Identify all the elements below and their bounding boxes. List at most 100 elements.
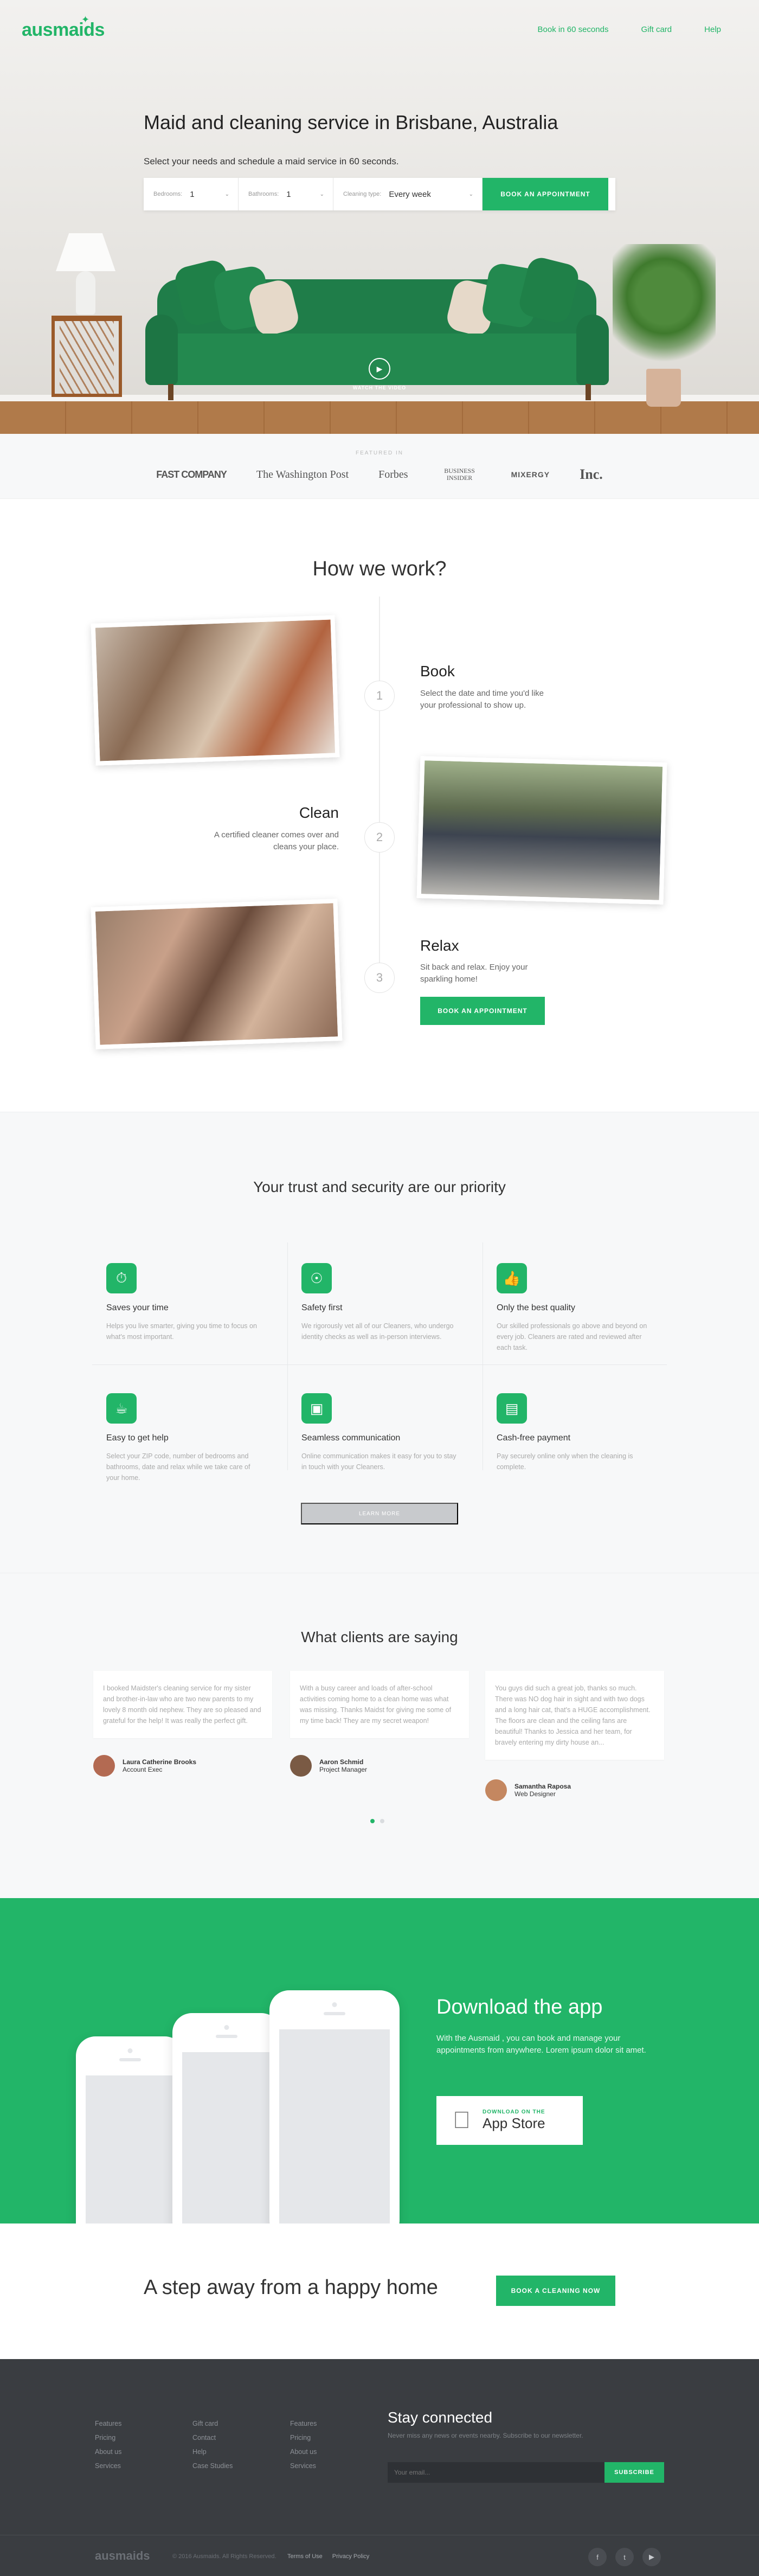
step-number: 2 [364,822,395,853]
living-room-photo [416,756,667,905]
testimonial-author: Samantha Raposa Web Designer [485,1779,571,1801]
email-field[interactable] [388,2462,604,2483]
author-name: Laura Catherine Brooks [123,1758,197,1766]
sparkle-icon: ✦ [81,14,89,25]
terms-link[interactable]: Terms of Use [287,2553,323,2560]
couple-laptop-photo [91,615,340,766]
feature-text: Pay securely online only when the cleani… [497,1452,633,1471]
side-table-pattern [60,320,114,396]
fast-company-logo: FAST COMPANY [156,469,227,480]
sofa-arm [576,315,609,385]
cleaning-type-label: Cleaning type: [343,191,382,197]
inc-logo: Inc. [580,466,603,482]
app-store-label: App Store [465,2115,545,2131]
book-appointment-button[interactable]: BOOK AN APPOINTMENT [483,178,608,210]
footer-link[interactable]: Services [290,2462,317,2470]
footer-link[interactable]: Gift card [192,2420,233,2427]
legal-links: Terms of Use Privacy Policy [287,2553,369,2560]
chevron-down-icon: ⌄ [319,191,324,197]
testimonial-card: You guys did such a great job, thanks so… [485,1671,664,1760]
facebook-icon[interactable]: f [588,2548,607,2566]
footer-link[interactable]: About us [95,2448,121,2456]
footer-link[interactable]: Features [290,2420,317,2427]
phone-screen [279,2029,390,2223]
logo[interactable]: ausmaids ✦ [22,14,105,41]
nav-link-book[interactable]: Book in 60 seconds [538,25,609,34]
testimonial-card: I booked Maidster's cleaning service for… [93,1671,272,1738]
author-role: Project Manager [319,1766,368,1773]
learn-more-button[interactable]: LEARN MORE [301,1503,458,1524]
bowl-icon: ☕ [106,1393,137,1424]
phone-speaker [216,2035,237,2038]
carousel-dot[interactable] [370,1819,375,1823]
stopwatch-icon: ⏱ [106,1263,137,1293]
youtube-icon[interactable]: ▶ [642,2548,661,2566]
footer-link[interactable]: Pricing [95,2434,121,2442]
booking-form: Bedrooms: 1 ⌄ Bathrooms: 1 ⌄ Cleaning ty… [144,178,615,210]
bedrooms-select[interactable]: Bedrooms: 1 ⌄ [144,178,239,210]
twitter-icon[interactable]: t [615,2548,634,2566]
timeline-line [379,597,380,987]
copyright: © 2016 Ausmaids. All Rights Reserved. [172,2553,276,2560]
step-number: 1 [364,681,395,711]
bathrooms-value: 1 [286,189,291,199]
footer-link[interactable]: Services [95,2462,121,2470]
play-icon[interactable]: ▶ [369,358,390,380]
watch-video-label[interactable]: WATCH THE VIDEO [347,385,412,390]
feature-title: Easy to get help [106,1433,169,1443]
chevron-down-icon: ⌄ [224,191,229,197]
privacy-link[interactable]: Privacy Policy [332,2553,369,2560]
feature-text: We rigorously vet all of our Cleaners, w… [301,1322,454,1341]
footer-link[interactable]: About us [290,2448,317,2456]
download-app-section: Download the app With the Ausmaid , you … [0,1898,759,2223]
wood-floor [0,401,759,434]
newsletter-text: Never miss any news or events nearby. Su… [388,2432,583,2439]
author-name: Aaron Schmid [319,1758,364,1766]
feature-text: Select your ZIP code, number of bedrooms… [106,1452,250,1482]
nav-link-gift-card[interactable]: Gift card [641,25,672,34]
phone-camera [332,2002,337,2007]
lamp-shade [56,233,115,271]
phone-mockup [76,2036,184,2223]
plant-pot [646,369,681,407]
phone-speaker [324,2012,345,2015]
step-title: Relax [420,937,459,954]
subscribe-button[interactable]: SUBSCRIBE [604,2462,664,2483]
footer-logo[interactable]: ausmaids [95,2549,150,2563]
author-role: Web Designer [514,1790,556,1798]
cleaning-type-select[interactable]: Cleaning type: Every week ⌄ [333,178,483,210]
footer-link[interactable]: Features [95,2420,121,2427]
avatar [93,1755,115,1777]
step-text: A certified cleaner comes over and clean… [214,830,339,851]
section-title: What clients are saying [301,1629,458,1645]
bathrooms-select[interactable]: Bathrooms: 1 ⌄ [239,178,333,210]
phone-speaker [119,2058,141,2061]
nav-link-help[interactable]: Help [704,25,721,34]
footer-link[interactable]: Contact [192,2434,233,2442]
bedrooms-label: Bedrooms: [153,191,183,197]
app-store-small-label: DOWNLOAD ON THE [465,2109,545,2115]
footer: Features Pricing About us Services Gift … [0,2359,759,2576]
section-title: Your trust and security are our priority [253,1178,506,1195]
press-logos: FAST COMPANY The Washington Post Forbes … [0,466,759,483]
book-cleaning-button[interactable]: BOOK A CLEANING NOW [496,2276,615,2306]
carousel-dot[interactable] [380,1819,384,1823]
phone-mockup [269,1990,400,2223]
footer-link[interactable]: Help [192,2448,233,2456]
mixergy-logo: MIXERGY [511,470,550,479]
nav-links: Book in 60 seconds Gift card Help [538,25,721,34]
bedrooms-value: 1 [190,189,195,199]
phone-camera [224,2025,229,2030]
feature-text: Online communication makes it easy for y… [301,1452,456,1471]
phone-screen [86,2075,175,2223]
carousel-dots [370,1819,384,1823]
feature-card: ☕ Easy to get help Select your ZIP code,… [92,1378,287,1486]
app-store-button[interactable]:  DOWNLOAD ON THE App Store [436,2096,583,2145]
footer-link[interactable]: Case Studies [192,2462,233,2470]
footer-link[interactable]: Pricing [290,2434,317,2442]
testimonial-author: Laura Catherine Brooks Account Exec [93,1755,196,1777]
step-text: Select the date and time you'd like your… [420,689,544,710]
book-appointment-button[interactable]: BOOK AN APPOINTMENT [420,997,545,1025]
trust-section: Your trust and security are our priority… [0,1112,759,1573]
thumbs-up-icon: 👍 [497,1263,527,1293]
